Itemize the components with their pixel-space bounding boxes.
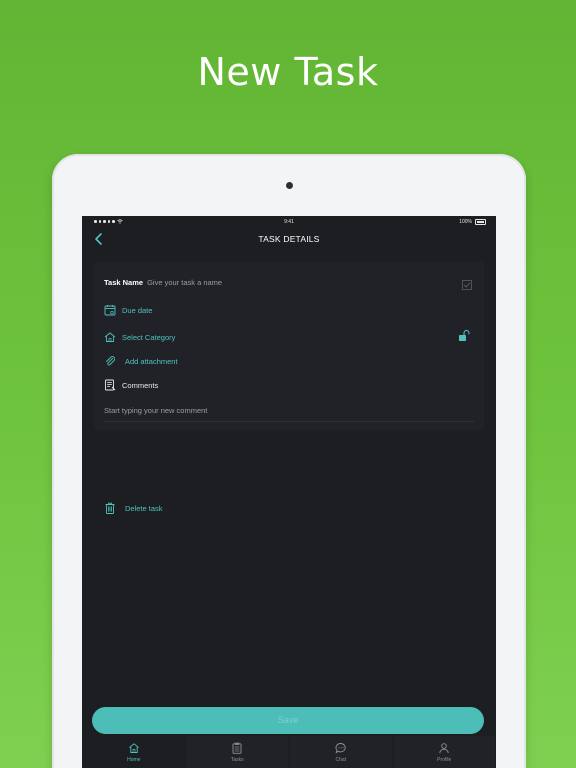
tab-chat-label: Chat bbox=[335, 757, 347, 763]
attachment-row[interactable]: Add attachment bbox=[104, 355, 178, 367]
tab-tasks-label: Tasks bbox=[230, 757, 244, 763]
tab-home[interactable]: Home bbox=[83, 736, 185, 768]
navigation-bar: TASK DETAILS bbox=[82, 228, 496, 250]
tab-tasks[interactable]: Tasks bbox=[186, 736, 288, 768]
category-row[interactable]: Select Category bbox=[104, 331, 175, 343]
tab-chat[interactable]: Chat bbox=[290, 736, 392, 768]
user-icon bbox=[439, 743, 449, 754]
comments-row: Comments bbox=[104, 379, 158, 391]
chat-bubble-icon bbox=[335, 743, 346, 754]
tab-profile-label: Profile bbox=[437, 757, 452, 763]
page-title: TASK DETAILS bbox=[258, 234, 320, 244]
status-bar: 9:41 100% bbox=[82, 216, 496, 228]
promo-headline: New Task bbox=[197, 50, 379, 94]
home-icon bbox=[128, 743, 139, 753]
battery-icon bbox=[475, 219, 486, 225]
comment-input[interactable]: Start typing your new comment bbox=[104, 406, 474, 422]
tab-home-label: Home bbox=[127, 757, 141, 763]
tab-profile[interactable]: Profile bbox=[393, 736, 495, 768]
delete-task-button[interactable]: Delete task bbox=[104, 502, 163, 514]
tablet-frame: 9:41 100% TASK DETAILS Task Name Give yo… bbox=[52, 154, 526, 768]
unlock-icon[interactable] bbox=[458, 330, 470, 342]
category-house-icon bbox=[104, 332, 116, 342]
delete-task-label: Delete task bbox=[125, 503, 163, 513]
due-date-row[interactable]: Due date bbox=[104, 304, 152, 316]
task-form-card: Task Name Give your task a name Due date… bbox=[94, 262, 484, 430]
paperclip-icon bbox=[106, 356, 116, 366]
task-name-input[interactable]: Give your task a name bbox=[147, 278, 222, 287]
app-store-promo: New Task 9:41 100% TASK DETAILS Task Nam… bbox=[0, 0, 576, 768]
clipboard-icon bbox=[232, 742, 242, 754]
comment-note-icon bbox=[105, 379, 116, 391]
task-name-row[interactable]: Task Name Give your task a name bbox=[104, 278, 222, 287]
front-camera bbox=[286, 182, 293, 189]
attachment-label: Add attachment bbox=[125, 356, 178, 366]
task-name-label: Task Name bbox=[104, 278, 144, 287]
status-time: 9:41 bbox=[284, 219, 294, 225]
save-button[interactable]: Save bbox=[92, 707, 484, 734]
battery-indicator: 100% bbox=[459, 219, 486, 225]
app-screen: 9:41 100% TASK DETAILS Task Name Give yo… bbox=[82, 216, 496, 768]
battery-percent: 100% bbox=[459, 219, 472, 225]
bottom-tab-bar: Home Tasks Chat Profile bbox=[82, 736, 496, 768]
due-date-label: Due date bbox=[122, 305, 153, 315]
comments-label: Comments bbox=[122, 380, 159, 390]
category-label: Select Category bbox=[122, 332, 176, 342]
trash-icon bbox=[105, 502, 115, 514]
complete-checkbox-icon[interactable] bbox=[462, 280, 472, 290]
calendar-icon bbox=[104, 305, 116, 316]
